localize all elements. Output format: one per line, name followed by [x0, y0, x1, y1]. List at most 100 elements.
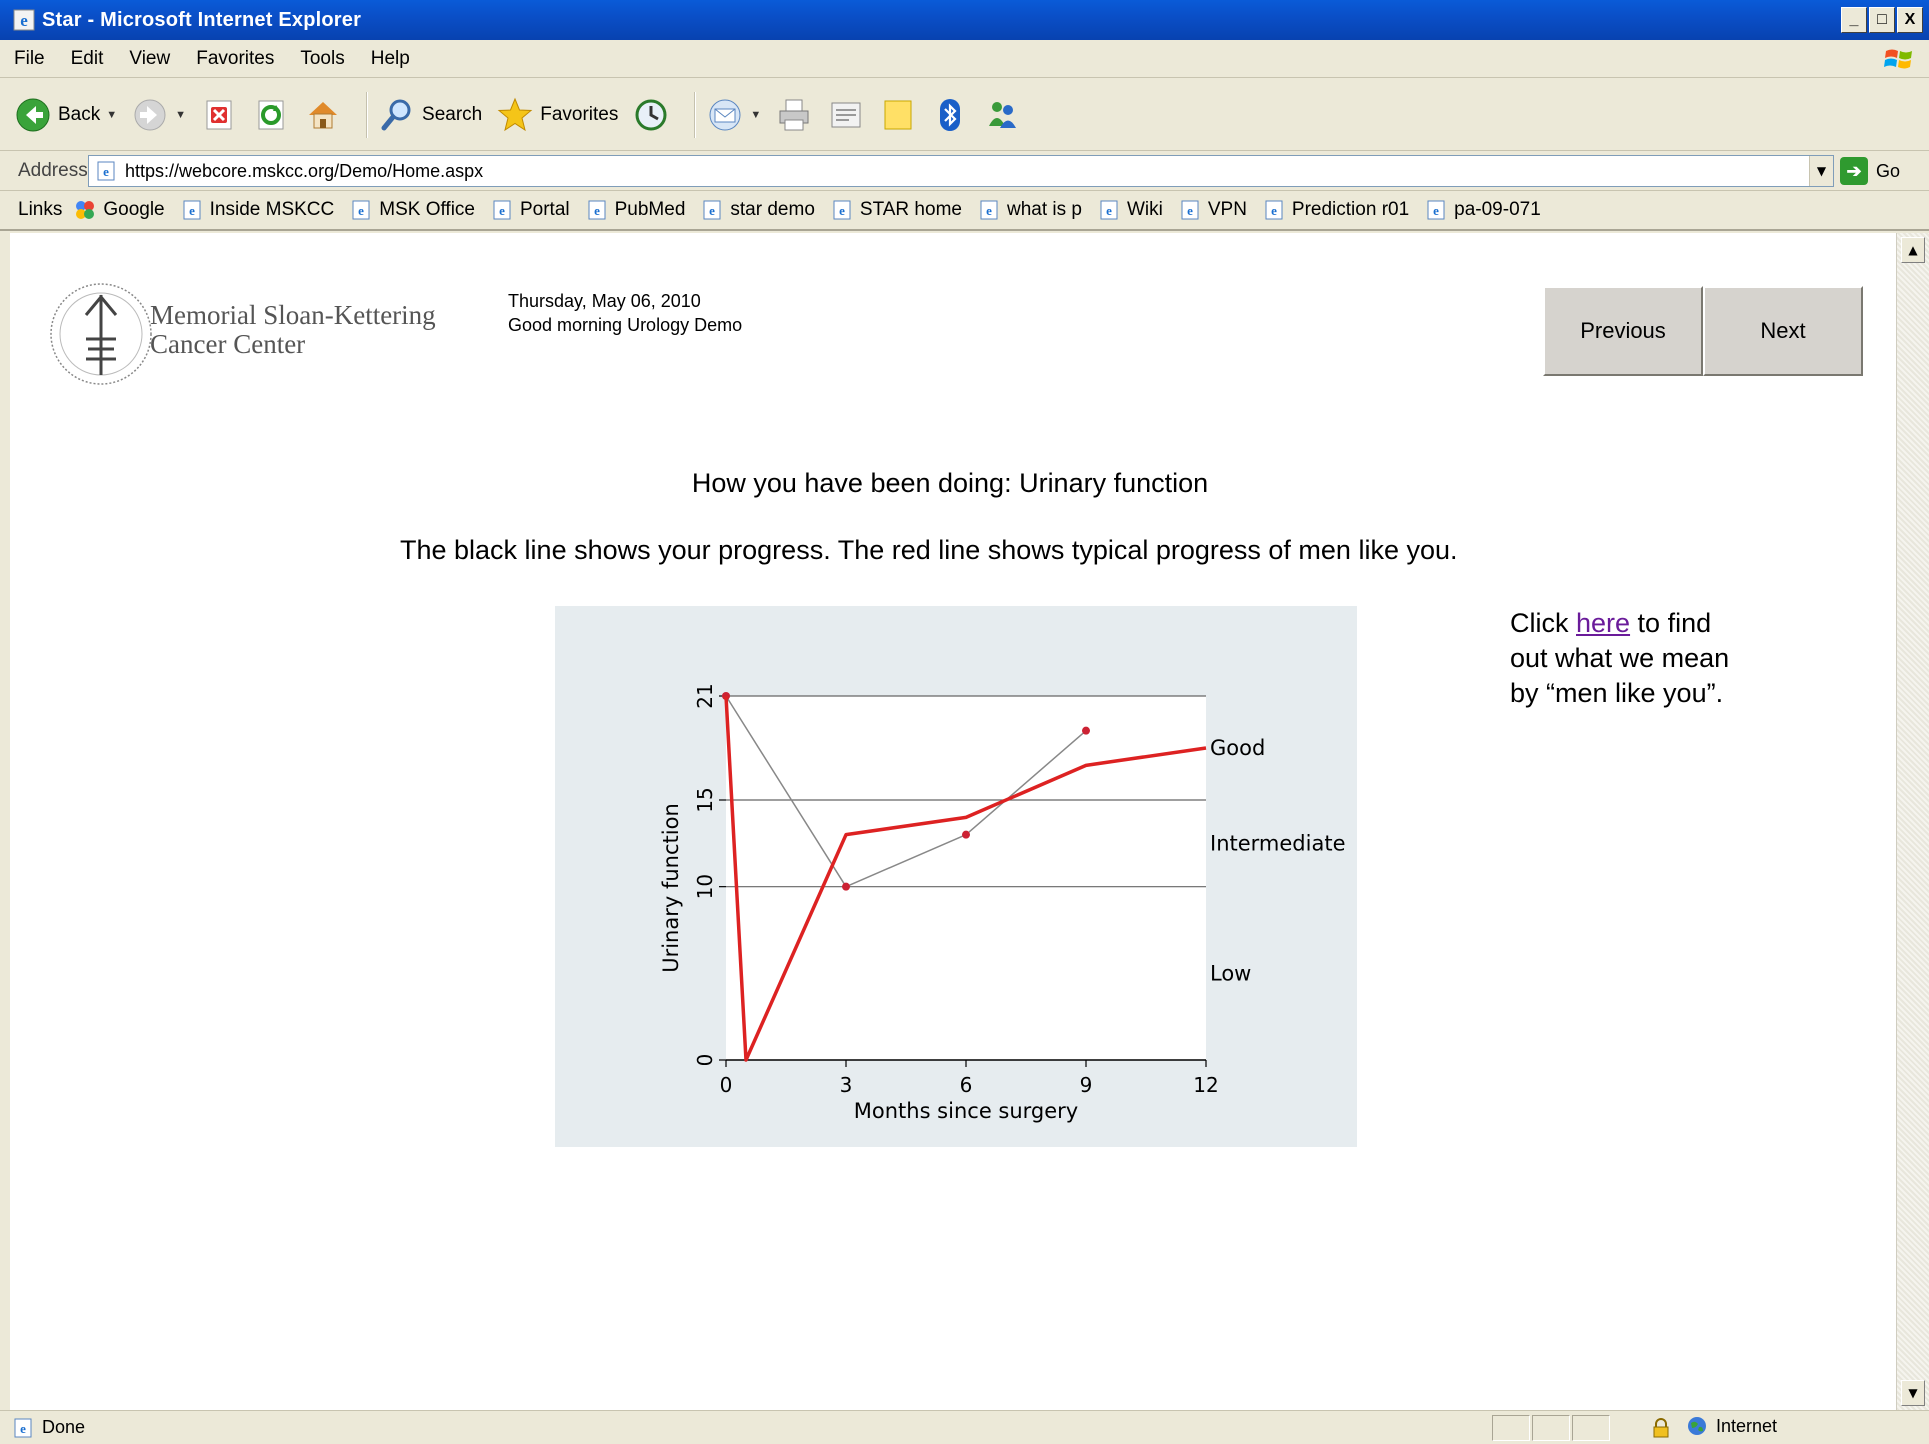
- menu-file[interactable]: File: [14, 48, 45, 70]
- band-label: Intermediate: [1210, 831, 1346, 855]
- refresh-icon: [258, 100, 284, 129]
- link-star-demo[interactable]: e star demo: [701, 199, 815, 221]
- restore-button[interactable]: □: [1869, 7, 1895, 33]
- address-bar: Address e https://webcore.mskcc.org/Demo…: [0, 151, 1929, 191]
- favorites-label: Favorites: [540, 103, 619, 125]
- home-button[interactable]: [304, 96, 342, 134]
- page-icon: e: [1181, 200, 1199, 220]
- link-label: Inside MSKCC: [209, 199, 335, 220]
- link-star-home[interactable]: e STAR home: [831, 199, 962, 221]
- link-msk-office[interactable]: e MSK Office: [350, 199, 475, 221]
- stop-button[interactable]: [200, 96, 238, 134]
- mail-dropdown-icon[interactable]: ▼: [750, 109, 761, 121]
- page-icon: e: [1100, 200, 1118, 220]
- edit-button[interactable]: [827, 96, 865, 134]
- svg-text:e: e: [358, 203, 364, 218]
- link-label: star demo: [730, 199, 815, 220]
- vertical-scrollbar[interactable]: ▲ ▼: [1896, 233, 1929, 1410]
- scroll-down-icon[interactable]: ▼: [1901, 1380, 1925, 1406]
- x-tick-label: 12: [1193, 1073, 1218, 1097]
- notes-button[interactable]: [879, 96, 917, 134]
- window-title-bar[interactable]: e Star - Microsoft Internet Explorer _ □…: [0, 0, 1929, 40]
- go-button[interactable]: ➔ Go: [1840, 157, 1900, 185]
- link-label: PubMed: [614, 199, 686, 220]
- org-name-line2: Cancer Center: [150, 329, 306, 359]
- men-like-you-note: Click here to find out what we mean by “…: [1510, 606, 1740, 711]
- menu-help[interactable]: Help: [371, 48, 410, 70]
- page-content: Memorial Sloan-Kettering Cancer Center T…: [10, 233, 1896, 1410]
- link-what-is-p[interactable]: e what is p: [978, 199, 1082, 221]
- history-button[interactable]: [632, 96, 670, 134]
- previous-button[interactable]: Previous: [1543, 286, 1703, 376]
- back-dropdown-icon[interactable]: ▼: [106, 109, 117, 121]
- minimize-button[interactable]: _: [1841, 7, 1867, 33]
- link-pubmed[interactable]: e PubMed: [586, 199, 686, 221]
- series-point: [842, 882, 850, 891]
- date-greeting: Thursday, May 06, 2010 Good morning Urol…: [508, 289, 742, 337]
- page-icon: e: [1427, 200, 1445, 220]
- toolbar-separator: [694, 91, 697, 138]
- y-tick-label: 15: [693, 787, 717, 812]
- link-wiki[interactable]: e Wiki: [1098, 199, 1163, 221]
- menu-tools[interactable]: Tools: [300, 48, 344, 70]
- refresh-button[interactable]: [252, 96, 290, 134]
- menu-favorites[interactable]: Favorites: [196, 48, 274, 70]
- star-icon: [497, 97, 533, 131]
- here-link[interactable]: here: [1576, 608, 1630, 638]
- chart-panel: 0 3 6 9 12 0 10 15 21 Months since surgery Urinary…: [555, 606, 1357, 1147]
- status-panel: [1532, 1415, 1570, 1441]
- svg-text:e: e: [20, 1421, 26, 1436]
- link-portal[interactable]: e Portal: [491, 199, 570, 221]
- mail-button[interactable]: ▼: [706, 96, 761, 134]
- address-dropdown-icon[interactable]: ▼: [1809, 156, 1833, 186]
- toolbar-separator: [366, 91, 369, 138]
- address-input[interactable]: e https://webcore.mskcc.org/Demo/Home.as…: [88, 155, 1834, 187]
- page-icon: e: [493, 200, 511, 220]
- printer-icon: [779, 99, 809, 130]
- print-button[interactable]: [775, 96, 813, 134]
- back-button[interactable]: Back ▼: [14, 96, 117, 134]
- search-icon: [381, 99, 411, 130]
- history-icon: [635, 99, 667, 130]
- link-label: MSK Office: [379, 199, 475, 220]
- link-google[interactable]: Google: [74, 199, 165, 221]
- favorites-button[interactable]: Favorites: [496, 96, 618, 134]
- greeting: Good morning Urology Demo: [508, 315, 743, 335]
- page-icon: e: [183, 200, 201, 220]
- plot-area: [726, 696, 1206, 1060]
- org-name-line1: Memorial Sloan-Kettering: [150, 300, 436, 330]
- window-title: Star - Microsoft Internet Explorer: [42, 8, 362, 31]
- menu-view[interactable]: View: [129, 48, 170, 70]
- search-button[interactable]: Search: [378, 96, 482, 134]
- link-label: VPN: [1207, 199, 1247, 220]
- bluetooth-icon: [940, 98, 961, 131]
- link-prediction-r01[interactable]: e Prediction r01: [1263, 199, 1409, 221]
- messenger-button[interactable]: [983, 96, 1021, 134]
- svg-text:e: e: [710, 203, 716, 218]
- stop-icon: [206, 100, 232, 129]
- forward-dropdown-icon[interactable]: ▼: [175, 109, 186, 121]
- search-label: Search: [422, 103, 483, 125]
- status-bar: e Done Internet: [0, 1410, 1929, 1444]
- x-tick-label: 6: [960, 1073, 973, 1097]
- google-toolbar-icon: [76, 201, 95, 219]
- link-vpn[interactable]: e VPN: [1179, 199, 1247, 221]
- mskcc-seal-logo: [50, 283, 152, 385]
- menu-edit[interactable]: Edit: [71, 48, 104, 70]
- bluetooth-button[interactable]: [931, 96, 969, 134]
- back-arrow-icon: [16, 98, 50, 131]
- close-button[interactable]: X: [1897, 7, 1923, 33]
- internet-explorer-icon: e: [13, 9, 35, 31]
- svg-text:e: e: [1106, 203, 1112, 218]
- zone-label: Internet: [1716, 1415, 1778, 1436]
- next-button[interactable]: Next: [1703, 286, 1863, 376]
- link-pa-09-071[interactable]: e pa-09-071: [1425, 199, 1541, 221]
- link-inside-mskcc[interactable]: e Inside MSKCC: [181, 199, 335, 221]
- svg-text:e: e: [103, 164, 109, 179]
- svg-text:e: e: [594, 203, 600, 218]
- forward-button[interactable]: ▼: [131, 96, 186, 134]
- svg-text:e: e: [986, 203, 992, 218]
- messenger-icon: [989, 101, 1017, 128]
- x-tick-label: 0: [720, 1073, 733, 1097]
- scroll-up-icon[interactable]: ▲: [1901, 237, 1925, 263]
